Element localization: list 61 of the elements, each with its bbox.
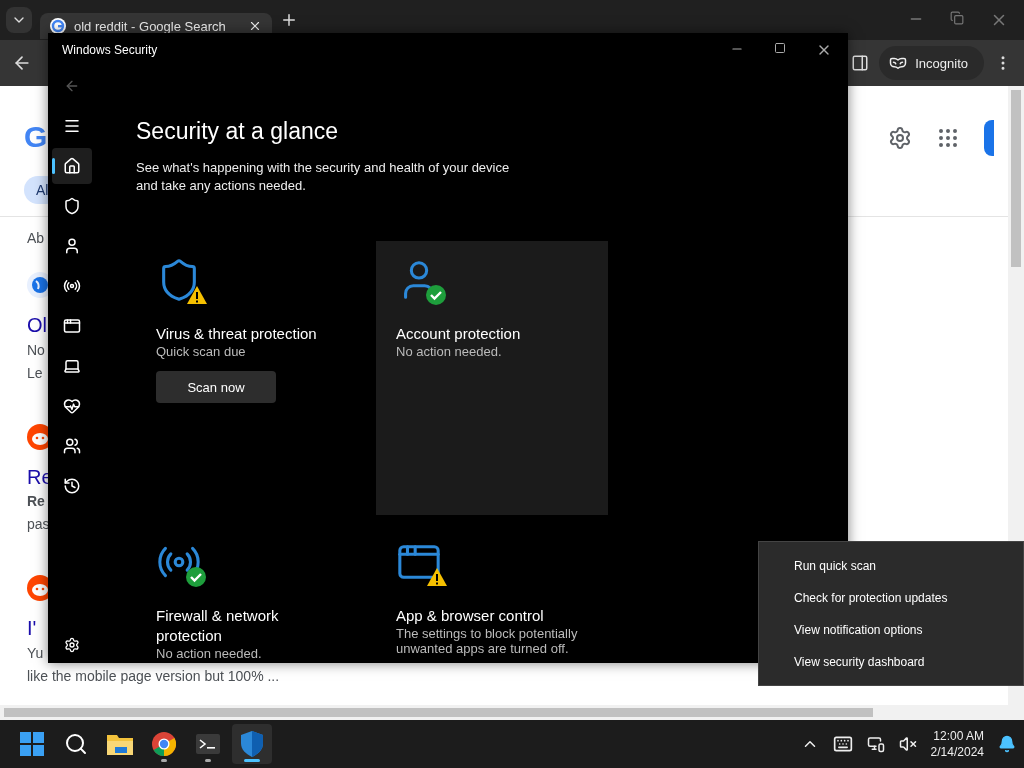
keyboard-icon[interactable] — [832, 734, 853, 754]
page-description: See what's happening with the security and health of your device and take any actions needed. — [136, 159, 511, 195]
google-logo: G — [24, 120, 49, 154]
page-heading: Security at a glance — [136, 118, 339, 145]
result-text: Ab — [27, 229, 45, 248]
menu-item[interactable]: View notification options — [759, 614, 1023, 646]
clock[interactable]: 12:00 AM 2/14/2024 — [930, 728, 984, 760]
card-title: App & browser control — [396, 606, 545, 626]
card-title: Virus & threat protection — [156, 324, 318, 344]
maximize-icon[interactable] — [774, 41, 786, 54]
network-icon[interactable] — [866, 735, 885, 753]
restore-icon[interactable] — [950, 11, 964, 25]
card-status: Quick scan due — [156, 344, 247, 359]
result-text: No — [27, 341, 45, 360]
menu-item[interactable]: View security dashboard — [759, 646, 1023, 678]
card-status: No action needed. — [156, 646, 263, 661]
folder-icon[interactable] — [107, 733, 133, 755]
menu-item[interactable]: Check for protection updates — [759, 582, 1023, 614]
incognito-button[interactable]: Incognito — [879, 46, 984, 80]
search-icon[interactable] — [64, 732, 88, 756]
window-title: Windows Security — [62, 42, 158, 57]
sign-in-button[interactable] — [984, 120, 994, 156]
settings-icon[interactable] — [888, 126, 912, 150]
card-status: The settings to block potentially unwanted apps are turned off. — [396, 626, 579, 656]
scan-button[interactable]: Scan now — [156, 371, 276, 403]
side-panel-icon[interactable] — [851, 54, 870, 72]
windows-logo-icon[interactable] — [20, 732, 44, 756]
result-text: Le — [27, 364, 43, 383]
new-tab-icon[interactable] — [280, 11, 298, 29]
history-icon — [62, 477, 81, 495]
tab-search-button[interactable] — [6, 7, 32, 33]
taskbar-app[interactable] — [232, 724, 272, 764]
result-title[interactable]: I' — [27, 615, 37, 641]
card-title: Account protection — [396, 324, 522, 344]
result-text: like the mobile page version but 100% ... — [27, 667, 280, 686]
antenna-icon — [62, 277, 81, 295]
heart-pulse-icon — [62, 397, 81, 415]
menu-item[interactable]: Run quick scan — [759, 550, 1023, 582]
card-title: Firewall & network protection — [156, 606, 280, 646]
result-text: Yu — [27, 644, 44, 663]
settings-icon[interactable] — [63, 637, 80, 653]
nav-item[interactable] — [51, 148, 92, 184]
muted-speaker-icon[interactable] — [898, 735, 917, 753]
family-icon — [62, 437, 81, 455]
app-window-icon — [62, 317, 81, 335]
shield-icon[interactable] — [241, 731, 263, 757]
result-title[interactable]: Ol — [27, 312, 47, 338]
card-status: No action needed. — [396, 344, 503, 359]
chrome-icon[interactable] — [152, 732, 176, 756]
bell-icon[interactable] — [998, 735, 1016, 753]
google-icon — [50, 18, 66, 34]
menu-icon — [62, 117, 81, 135]
laptop-icon — [62, 357, 81, 375]
result-text: Re — [27, 492, 45, 511]
apps-grid-icon[interactable] — [936, 126, 960, 150]
status-card[interactable]: Account protection No action needed. — [376, 241, 608, 515]
terminal-icon[interactable] — [196, 734, 220, 754]
home-icon — [62, 157, 81, 175]
close-icon[interactable] — [248, 19, 262, 33]
horizontal-scrollbar[interactable] — [0, 705, 1024, 720]
shield-icon — [62, 197, 81, 215]
